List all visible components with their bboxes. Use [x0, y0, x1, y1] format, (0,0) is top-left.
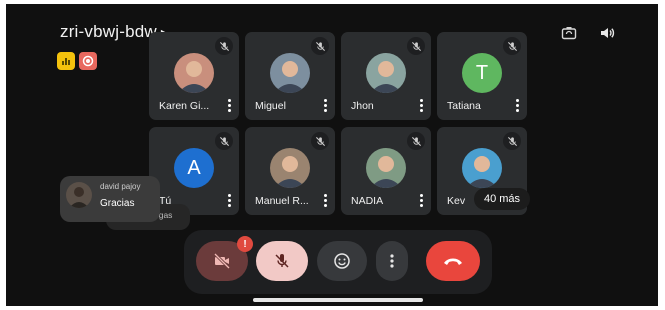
chat-sender: david pajoy — [100, 182, 141, 191]
avatar: T — [462, 53, 502, 93]
participant-name: Tatiana — [447, 100, 481, 112]
speaker-icon[interactable] — [598, 24, 616, 42]
call-controls-bar: ! — [184, 230, 492, 294]
participant-tile[interactable]: Miguel — [245, 32, 335, 120]
more-vert-icon — [390, 254, 394, 268]
more-vert-icon[interactable] — [419, 194, 423, 207]
more-vert-icon[interactable] — [515, 99, 519, 112]
mic-off-icon — [215, 132, 233, 150]
participant-tile[interactable]: NADIA — [341, 127, 431, 215]
participant-tile[interactable]: T Tatiana — [437, 32, 527, 120]
mic-off-icon — [503, 37, 521, 55]
participant-name: Manuel R... — [255, 195, 309, 207]
home-indicator[interactable] — [253, 298, 423, 302]
meeting-code: zri-vbwj-bdw — [60, 22, 157, 41]
avatar — [174, 53, 214, 93]
more-vert-icon[interactable] — [323, 99, 327, 112]
avatar — [66, 182, 92, 208]
avatar — [366, 148, 406, 188]
meet-screen: zri-vbwj-bdw▸ Karen Gi...MiguelJhonTTati… — [6, 4, 658, 306]
alert-badge: ! — [237, 236, 253, 252]
participant-tile[interactable]: A Tú — [149, 127, 239, 215]
mic-off-icon — [275, 254, 289, 268]
more-vert-icon[interactable] — [323, 194, 327, 207]
mic-off-icon — [311, 37, 329, 55]
host-controls-icon[interactable] — [57, 52, 75, 70]
participant-name: NADIA — [351, 195, 384, 207]
avatar — [366, 53, 406, 93]
participant-tile[interactable]: Jhon — [341, 32, 431, 120]
participant-name: Jhon — [351, 100, 374, 112]
switch-camera-icon[interactable] — [560, 24, 578, 42]
avatar — [270, 148, 310, 188]
avatar: A — [174, 148, 214, 188]
recording-icon[interactable] — [79, 52, 97, 70]
hang-up-icon — [444, 258, 462, 265]
participant-name: Kev — [447, 195, 466, 207]
microphone-toggle-button[interactable] — [256, 241, 308, 281]
participant-name: Karen Gi... — [159, 100, 210, 112]
mic-off-icon — [215, 37, 233, 55]
participant-tile[interactable]: Manuel R... — [245, 127, 335, 215]
more-options-button[interactable] — [376, 241, 408, 281]
end-call-button[interactable] — [426, 241, 480, 281]
mic-off-icon — [407, 132, 425, 150]
reactions-button[interactable] — [317, 241, 367, 281]
mic-off-icon — [503, 132, 521, 150]
participant-name: Miguel — [255, 100, 286, 112]
emoji-icon — [334, 253, 350, 269]
chat-bubble[interactable]: david pajoy Gracias — [60, 176, 160, 222]
chat-message: Gracias — [100, 198, 135, 209]
more-vert-icon[interactable] — [227, 99, 231, 112]
mic-off-icon — [311, 132, 329, 150]
more-vert-icon[interactable] — [419, 99, 423, 112]
mic-off-icon — [407, 37, 425, 55]
participant-tile[interactable]: Karen Gi... — [149, 32, 239, 120]
avatar — [270, 53, 310, 93]
more-participants-button[interactable]: 40 más — [474, 188, 530, 210]
camera-off-icon — [213, 252, 231, 270]
avatar — [462, 148, 502, 188]
more-vert-icon[interactable] — [227, 194, 231, 207]
